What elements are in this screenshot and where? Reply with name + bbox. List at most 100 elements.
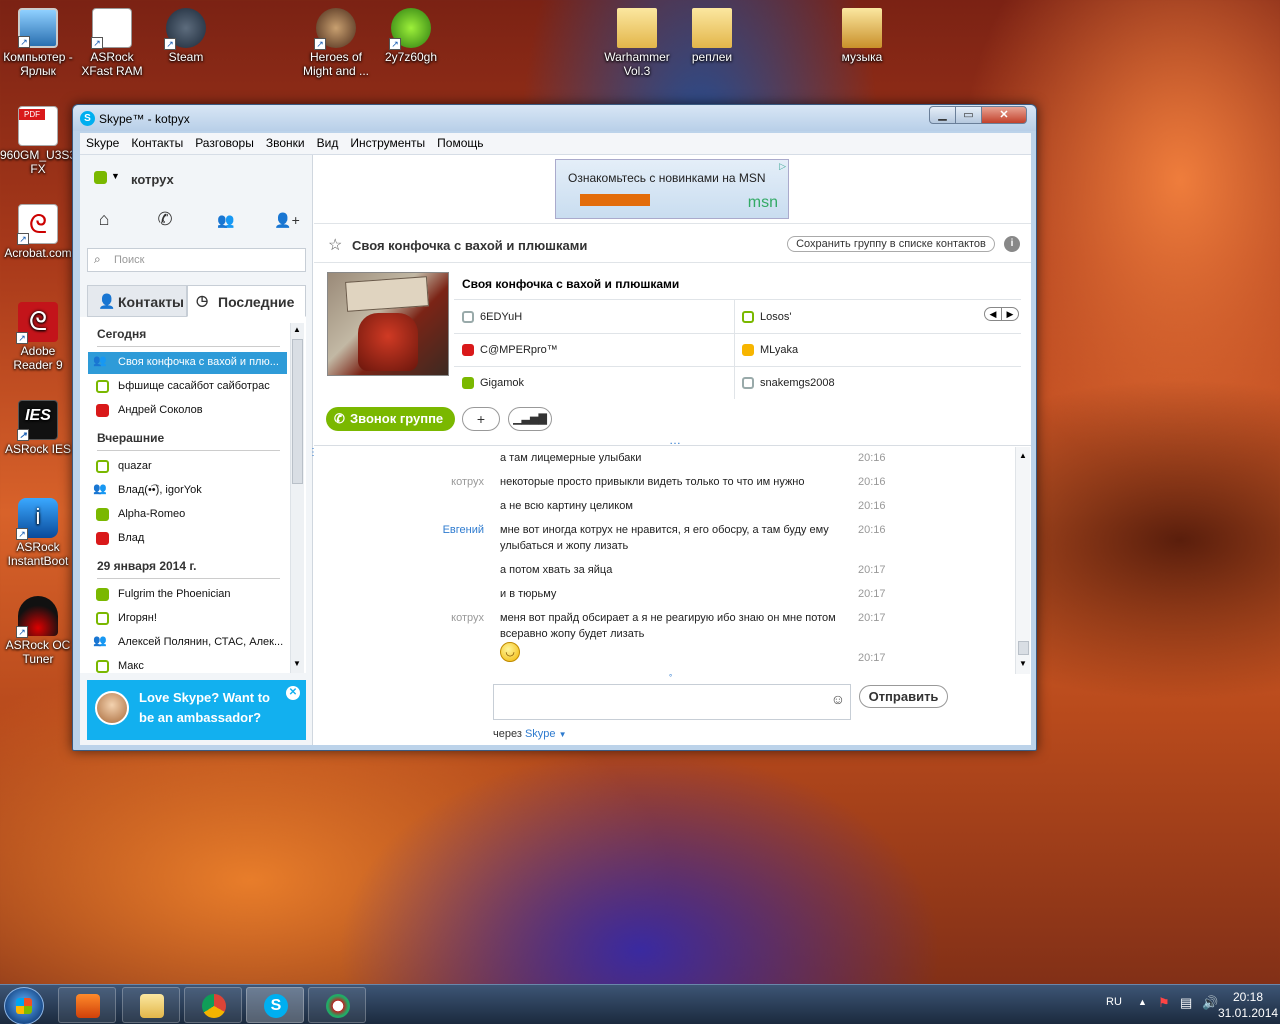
desktop-icon-960gm[interactable]: PDF 960GM_U3S3 FX [0, 106, 76, 176]
action-center-icon[interactable]: ⚑ [1158, 995, 1170, 1011]
send-button[interactable]: Отправить [859, 685, 948, 708]
tab-contacts[interactable]: 👤 Контакты [87, 285, 187, 317]
message-input[interactable]: ☺ [493, 684, 851, 720]
taskbar-skype[interactable]: S [246, 987, 304, 1023]
close-button[interactable]: ✕ [981, 106, 1027, 124]
online-status-icon [96, 508, 109, 521]
menu-conversations[interactable]: Разговоры [189, 133, 260, 153]
title-bar[interactable]: S Skype™ - kotpyx ▁ ▭ ✕ [73, 105, 1036, 131]
contacts-scrollbar[interactable]: ▲ ▼ [290, 323, 304, 673]
user-status[interactable]: ▼ котрух [94, 169, 254, 189]
home-icon[interactable]: ⌂ [91, 209, 117, 235]
create-group-icon[interactable]: 👥 [213, 212, 239, 238]
minimize-button[interactable]: ▁ [929, 106, 956, 124]
emoticon-icon[interactable]: ☺ [831, 691, 845, 707]
via-skype-link[interactable]: Skype [525, 728, 556, 740]
desktop-icon-adobe-reader[interactable]: ᘓ ↗ Adobe Reader 9 [0, 302, 76, 372]
member[interactable]: 6EDYuH [462, 311, 522, 323]
chevron-down-icon[interactable]: ▼ [559, 730, 567, 739]
smiley-icon: ◡ [500, 642, 520, 662]
desktop-icon-asrock-oc[interactable]: ↗ ASRock OC Tuner [0, 596, 76, 666]
list-item[interactable]: Макс [88, 656, 287, 673]
list-item[interactable]: quazar [88, 456, 287, 478]
desktop-icon-label: реплеи [691, 50, 733, 64]
next-page-button[interactable]: ▶ [1001, 307, 1019, 321]
add-contact-icon[interactable]: 👤+ [274, 212, 300, 238]
close-icon[interactable]: ✕ [286, 686, 300, 700]
list-item[interactable]: 👥 Влад(•͡•), igorYok [88, 480, 287, 502]
call-group-button[interactable]: ✆ Звонок группе [326, 407, 455, 431]
desktop-icon-warhammer[interactable]: Warhammer Vol.3 [599, 8, 675, 78]
list-item[interactable]: Игорян! [88, 608, 287, 630]
phone-icon[interactable]: ✆ [152, 209, 178, 235]
taskbar-explorer[interactable] [122, 987, 180, 1023]
start-button[interactable] [4, 987, 44, 1024]
menu-contacts[interactable]: Контакты [125, 133, 189, 153]
scroll-thumb[interactable] [1018, 641, 1029, 655]
list-item[interactable]: Андрей Соколов [88, 400, 287, 422]
save-group-button[interactable]: Сохранить группу в списке контактов [787, 236, 995, 252]
info-icon[interactable]: i [1004, 236, 1020, 252]
show-hidden-icons-icon[interactable]: ▲ [1138, 997, 1147, 1007]
scroll-down-icon[interactable]: ▼ [293, 659, 301, 668]
scroll-up-icon[interactable]: ▲ [293, 325, 301, 334]
desktop-icon-2y7z60gh[interactable]: ↗ 2y7z60gh [373, 8, 449, 64]
network-icon[interactable]: ▤ [1180, 995, 1192, 1011]
message-history: а там лицемерные улыбаки 20:16 котрух неко… [314, 445, 1031, 675]
ad-info-icon[interactable]: ▷ [779, 161, 786, 172]
star-icon[interactable]: ☆ [328, 235, 342, 255]
menu-help[interactable]: Помощь [431, 133, 489, 153]
clock-icon: ◷ [196, 292, 209, 308]
desktop-icon-acrobat[interactable]: ᘓ ↗ Acrobat.com [0, 204, 76, 260]
tab-recent-label: Последние [218, 294, 295, 310]
menu-skype[interactable]: Skype [80, 133, 125, 153]
language-indicator[interactable]: RU [1106, 996, 1122, 1008]
scroll-up-icon[interactable]: ▲ [1019, 451, 1027, 460]
desktop-icon-label: Warhammer Vol.3 [604, 50, 670, 78]
desktop-icon-steam[interactable]: ↗ Steam [148, 8, 224, 64]
desktop-icon-heroes[interactable]: ↗ Heroes of Might and ... [298, 8, 374, 78]
desktop-icon-label: Adobe Reader 9 [13, 344, 63, 372]
member[interactable]: C@MPERpro™ [462, 344, 558, 356]
taskbar-game[interactable] [308, 987, 366, 1023]
member[interactable]: MLyaka [742, 344, 798, 356]
scroll-thumb[interactable] [292, 339, 303, 484]
taskbar-chrome[interactable] [184, 987, 242, 1023]
desktop-icon-replays[interactable]: реплеи [674, 8, 750, 64]
taskbar-media-player[interactable] [58, 987, 116, 1023]
member[interactable]: snakemgs2008 [742, 377, 835, 389]
list-item[interactable]: Ьфшище сасайбот сайботрас [88, 376, 287, 398]
search-input[interactable]: ⌕ Поиск [87, 248, 306, 272]
list-item[interactable]: Fulgrim the Phoenician [88, 584, 287, 606]
maximize-button[interactable]: ▭ [955, 106, 982, 124]
desktop-icon-music[interactable]: музыка [824, 8, 900, 64]
desktop-icon-computer[interactable]: ↗ Компьютер - Ярлык [0, 8, 76, 78]
desktop-icon-asrock-instantboot[interactable]: i ↗ ASRock InstantBoot [0, 498, 76, 568]
ambassador-promo[interactable]: Love Skype? Want to be an ambassador? ✕ [87, 680, 306, 740]
list-item[interactable]: 👥 Своя конфочка с вахой и плю... [88, 352, 287, 374]
member[interactable]: Losos' [742, 311, 791, 323]
msn-ad-banner[interactable]: Ознакомьтесь с новинками на MSN msn ▷ [555, 159, 789, 219]
menu-tools[interactable]: Инструменты [344, 133, 431, 153]
divider [734, 300, 735, 399]
scroll-down-icon[interactable]: ▼ [1019, 659, 1027, 668]
list-item[interactable]: 👥 Алексей Полянин, СТАС, Алек... [88, 632, 287, 654]
call-quality-button[interactable]: ▁▃▅▇ [508, 407, 552, 431]
list-item[interactable]: Влад [88, 528, 287, 550]
menu-view[interactable]: Вид [311, 133, 345, 153]
divider [454, 366, 1021, 367]
clock-date[interactable]: 31.01.2014 [1218, 1006, 1278, 1020]
prev-page-button[interactable]: ◀ [984, 307, 1002, 321]
tab-recent[interactable]: ◷ Последние [187, 285, 306, 317]
menu-calls[interactable]: Звонки [260, 133, 311, 153]
message-sender[interactable]: Евгений [314, 522, 484, 538]
oc-tuner-icon: ↗ [16, 596, 58, 638]
list-item[interactable]: Alpha-Romeo [88, 504, 287, 526]
member[interactable]: Gigamok [462, 377, 524, 389]
desktop-icon-asrock-xfast[interactable]: ↗ ASRock XFast RAM [74, 8, 150, 78]
messages-scrollbar[interactable]: ▲ ▼ [1015, 447, 1030, 674]
volume-icon[interactable]: 🔊 [1202, 995, 1218, 1011]
clock-time[interactable]: 20:18 [1226, 990, 1270, 1004]
desktop-icon-asrock-ies[interactable]: IES ↗ ASRock IES [0, 400, 76, 456]
add-button[interactable]: + [462, 407, 500, 431]
